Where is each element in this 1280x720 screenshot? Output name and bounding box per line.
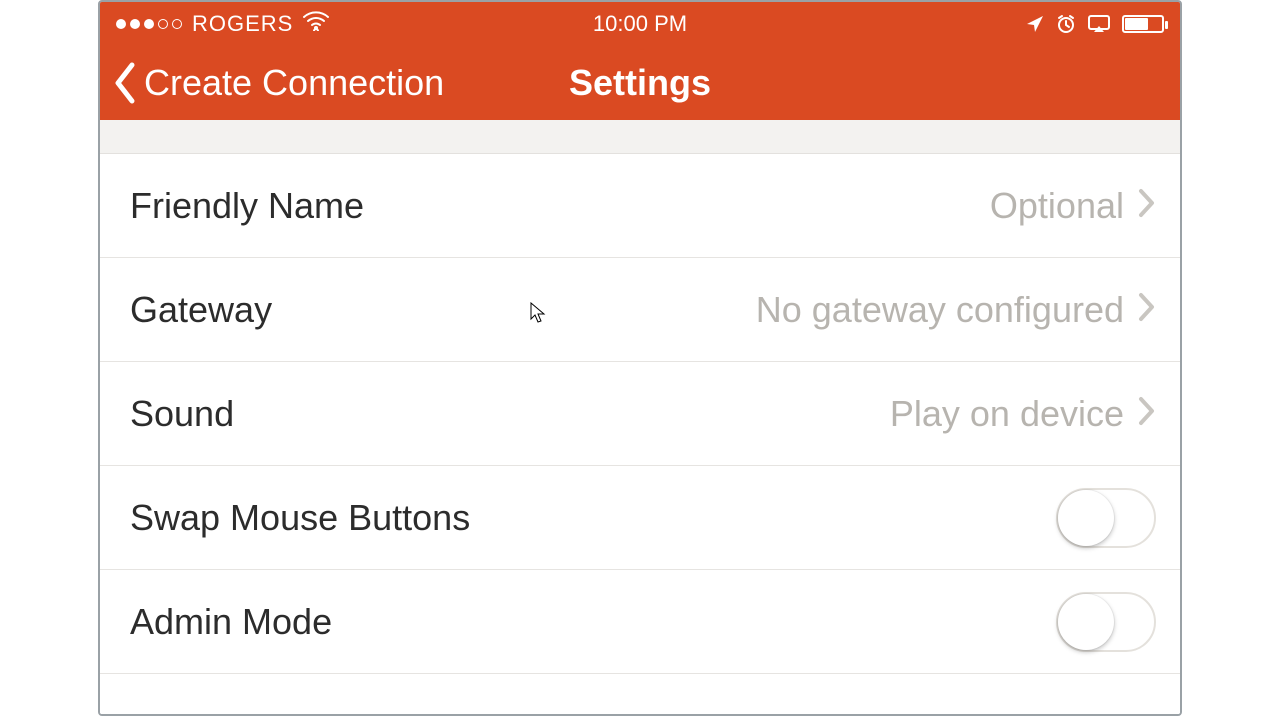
device-frame: ROGERS 10:00 PM [98, 0, 1182, 716]
wifi-icon [303, 11, 329, 37]
page-title: Settings [569, 62, 711, 104]
row-label: Admin Mode [130, 601, 332, 643]
chevron-right-icon [1138, 289, 1156, 331]
location-icon [1026, 15, 1044, 33]
row-sound[interactable]: Sound Play on device [100, 362, 1180, 466]
row-value: No gateway configured [756, 289, 1124, 331]
bottom-padding [100, 674, 1180, 714]
row-swap-mouse-buttons: Swap Mouse Buttons [100, 466, 1180, 570]
back-label: Create Connection [144, 62, 444, 104]
row-friendly-name[interactable]: Friendly Name Optional [100, 154, 1180, 258]
row-admin-mode: Admin Mode [100, 570, 1180, 674]
row-label: Swap Mouse Buttons [130, 497, 470, 539]
row-label: Gateway [130, 289, 272, 331]
airplay-icon [1088, 15, 1110, 33]
signal-strength-icon [116, 19, 182, 29]
settings-list: Friendly Name Optional Gateway No gatewa… [100, 154, 1180, 674]
chevron-left-icon [112, 61, 140, 105]
admin-mode-toggle[interactable] [1056, 592, 1156, 652]
chevron-right-icon [1138, 393, 1156, 435]
row-label: Sound [130, 393, 234, 435]
alarm-icon [1056, 14, 1076, 34]
status-time: 10:00 PM [593, 11, 687, 37]
status-right [1026, 14, 1164, 34]
nav-bar: Create Connection Settings [100, 46, 1180, 120]
carrier-label: ROGERS [192, 11, 293, 37]
row-value: Play on device [890, 393, 1124, 435]
row-value: Optional [990, 185, 1124, 227]
chevron-right-icon [1138, 185, 1156, 227]
status-left: ROGERS [116, 11, 329, 37]
status-bar: ROGERS 10:00 PM [100, 2, 1180, 46]
battery-icon [1122, 15, 1164, 33]
row-gateway[interactable]: Gateway No gateway configured [100, 258, 1180, 362]
row-label: Friendly Name [130, 185, 364, 227]
section-spacer [100, 120, 1180, 154]
swap-mouse-toggle[interactable] [1056, 488, 1156, 548]
back-button[interactable]: Create Connection [112, 61, 444, 105]
